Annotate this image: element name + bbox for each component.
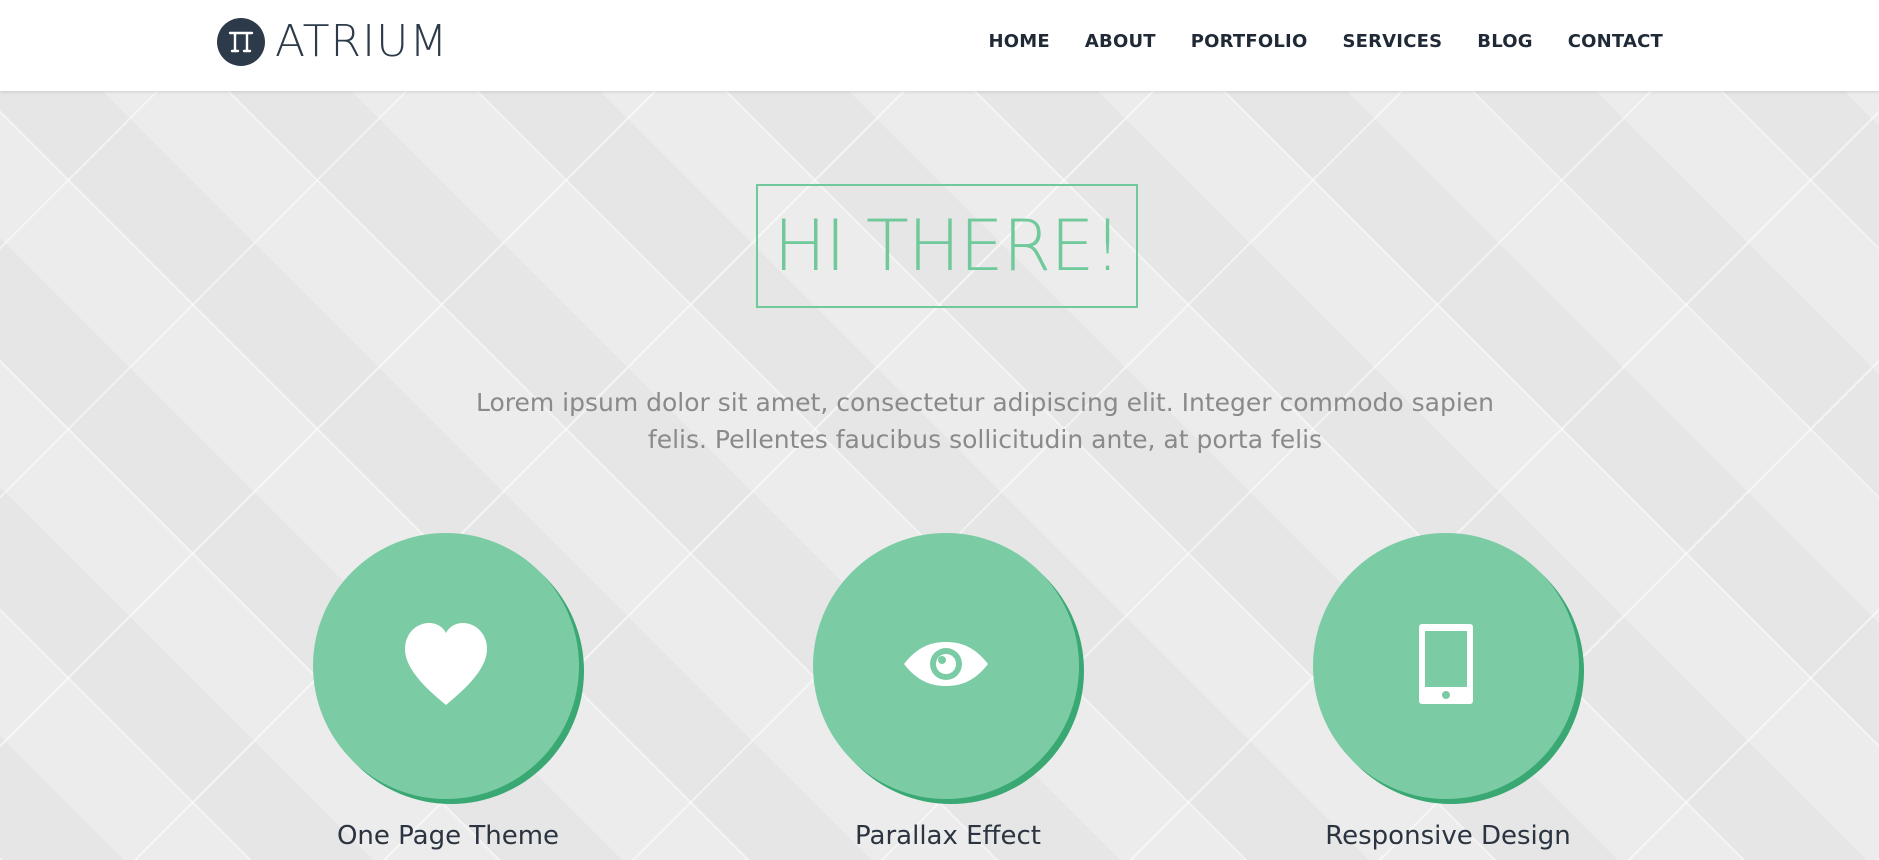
logo-link[interactable]: ATRIUM [217, 17, 448, 67]
nav-item-portfolio[interactable]: PORTFOLIO [1191, 31, 1308, 52]
hero-title: HI THERE! [773, 205, 1121, 287]
feature-circle [813, 533, 1084, 804]
heart-icon [401, 621, 491, 711]
feature-responsive-design: Responsive Design [1298, 533, 1598, 851]
feature-one-page-theme: One Page Theme [298, 533, 598, 851]
brand-name: ATRIUM [275, 16, 449, 67]
nav-item-home[interactable]: HOME [989, 31, 1050, 52]
nav-item-blog[interactable]: BLOG [1477, 31, 1532, 52]
site-header: ATRIUM HOME ABOUT PORTFOLIO SERVICES BLO… [0, 0, 1879, 91]
feature-title: Parallax Effect [855, 821, 1041, 851]
hero-intro-text: Lorem ipsum dolor sit amet, consectetur … [475, 388, 1495, 454]
feature-title: Responsive Design [1325, 821, 1571, 851]
feature-circle [313, 533, 584, 804]
hero-title-box: HI THERE! [756, 184, 1138, 308]
nav-item-contact[interactable]: CONTACT [1568, 31, 1663, 52]
feature-title: One Page Theme [336, 821, 560, 851]
tablet-icon [1418, 623, 1474, 709]
eye-icon [902, 640, 990, 692]
nav-item-services[interactable]: SERVICES [1342, 31, 1442, 52]
main-nav: HOME ABOUT PORTFOLIO SERVICES BLOG CONTA… [954, 31, 1663, 52]
feature-circle [1313, 533, 1584, 804]
pi-circle-icon [217, 18, 265, 66]
nav-item-about[interactable]: ABOUT [1085, 31, 1156, 52]
feature-parallax-effect: Parallax Effect [798, 533, 1098, 851]
